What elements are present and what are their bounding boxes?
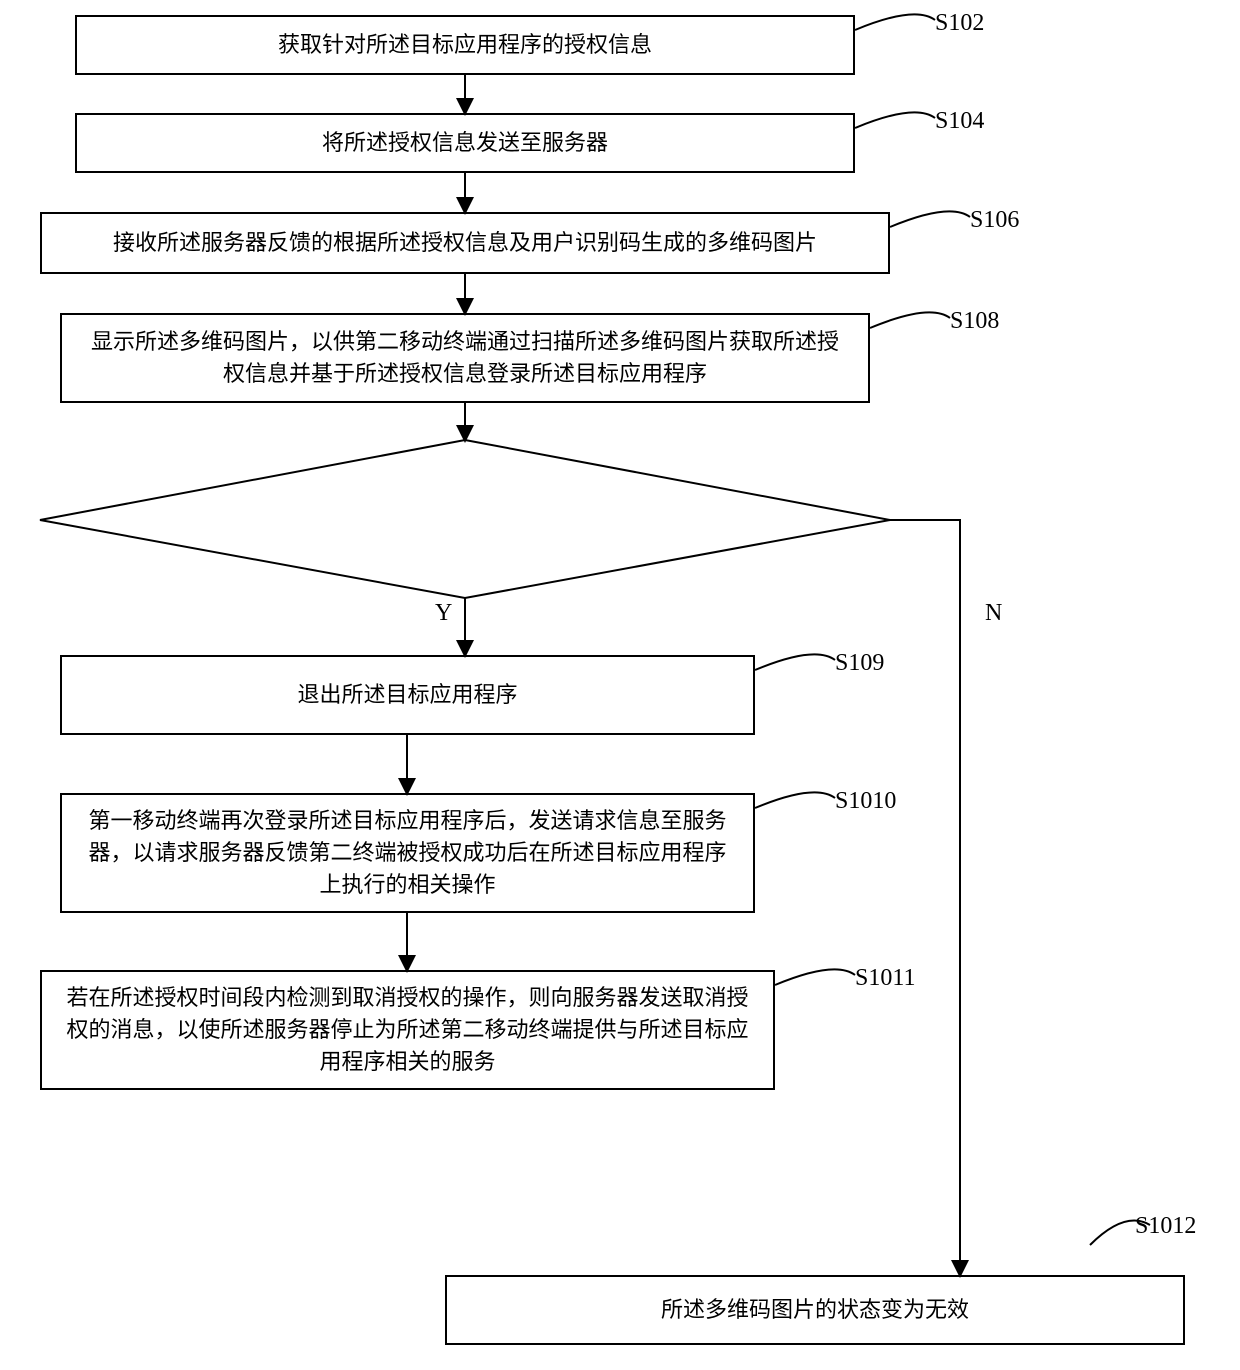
step-text: 将所述授权信息发送至服务器 <box>322 127 608 159</box>
step-s104: 将所述授权信息发送至服务器 <box>75 113 855 173</box>
label-s1011: S1011 <box>855 965 915 992</box>
step-text: 第一移动终端再次登录所述目标应用程序后，发送请求信息至服务器，以请求服务器反馈第… <box>82 805 733 901</box>
step-s1010: 第一移动终端再次登录所述目标应用程序后，发送请求信息至服务器，以请求服务器反馈第… <box>60 793 755 913</box>
step-text: 接收所述服务器反馈的根据所述授权信息及用户识别码生成的多维码图片 <box>113 227 817 259</box>
step-text: 退出所述目标应用程序 <box>297 679 517 711</box>
decision-line2: 所述第二移动终端已经基于所述目标应用程序的所述授权信息 <box>110 502 820 534</box>
label-s104: S104 <box>935 108 984 135</box>
step-s102: 获取针对所述目标应用程序的授权信息 <box>75 15 855 75</box>
step-s109: 退出所述目标应用程序 <box>60 655 755 735</box>
decision-line3: 被授权成功的第一通知消息 <box>110 534 820 566</box>
step-s106: 接收所述服务器反馈的根据所述授权信息及用户识别码生成的多维码图片 <box>40 212 890 274</box>
step-text: 显示所述多维码图片，以供第二移动终端通过扫描所述多维码图片获取所述授权信息并基于… <box>82 326 848 390</box>
decision-line1: 接收到所述服务器反馈的用于通知 <box>110 470 820 502</box>
label-s102: S102 <box>935 10 984 37</box>
flowchart-canvas: 获取针对所述目标应用程序的授权信息 S102 将所述授权信息发送至服务器 S10… <box>0 0 1240 1370</box>
branch-yes: Y <box>435 600 452 627</box>
label-s108: S108 <box>950 308 999 335</box>
step-text: 若在所述授权时间段内检测到取消授权的操作，则向服务器发送取消授权的消息，以使所述… <box>62 982 753 1078</box>
step-s1011: 若在所述授权时间段内检测到取消授权的操作，则向服务器发送取消授权的消息，以使所述… <box>40 970 775 1090</box>
label-s1010: S1010 <box>835 788 896 815</box>
step-s108: 显示所述多维码图片，以供第二移动终端通过扫描所述多维码图片获取所述授权信息并基于… <box>60 313 870 403</box>
label-s109: S109 <box>835 650 884 677</box>
step-text: 所述多维码图片的状态变为无效 <box>661 1294 969 1326</box>
label-s1012: S1012 <box>1135 1213 1196 1240</box>
decision-text: 接收到所述服务器反馈的用于通知 所述第二移动终端已经基于所述目标应用程序的所述授… <box>110 470 820 566</box>
branch-no: N <box>985 600 1002 627</box>
step-text: 获取针对所述目标应用程序的授权信息 <box>278 29 652 61</box>
label-s106: S106 <box>970 207 1019 234</box>
step-s1012: 所述多维码图片的状态变为无效 <box>445 1275 1185 1345</box>
